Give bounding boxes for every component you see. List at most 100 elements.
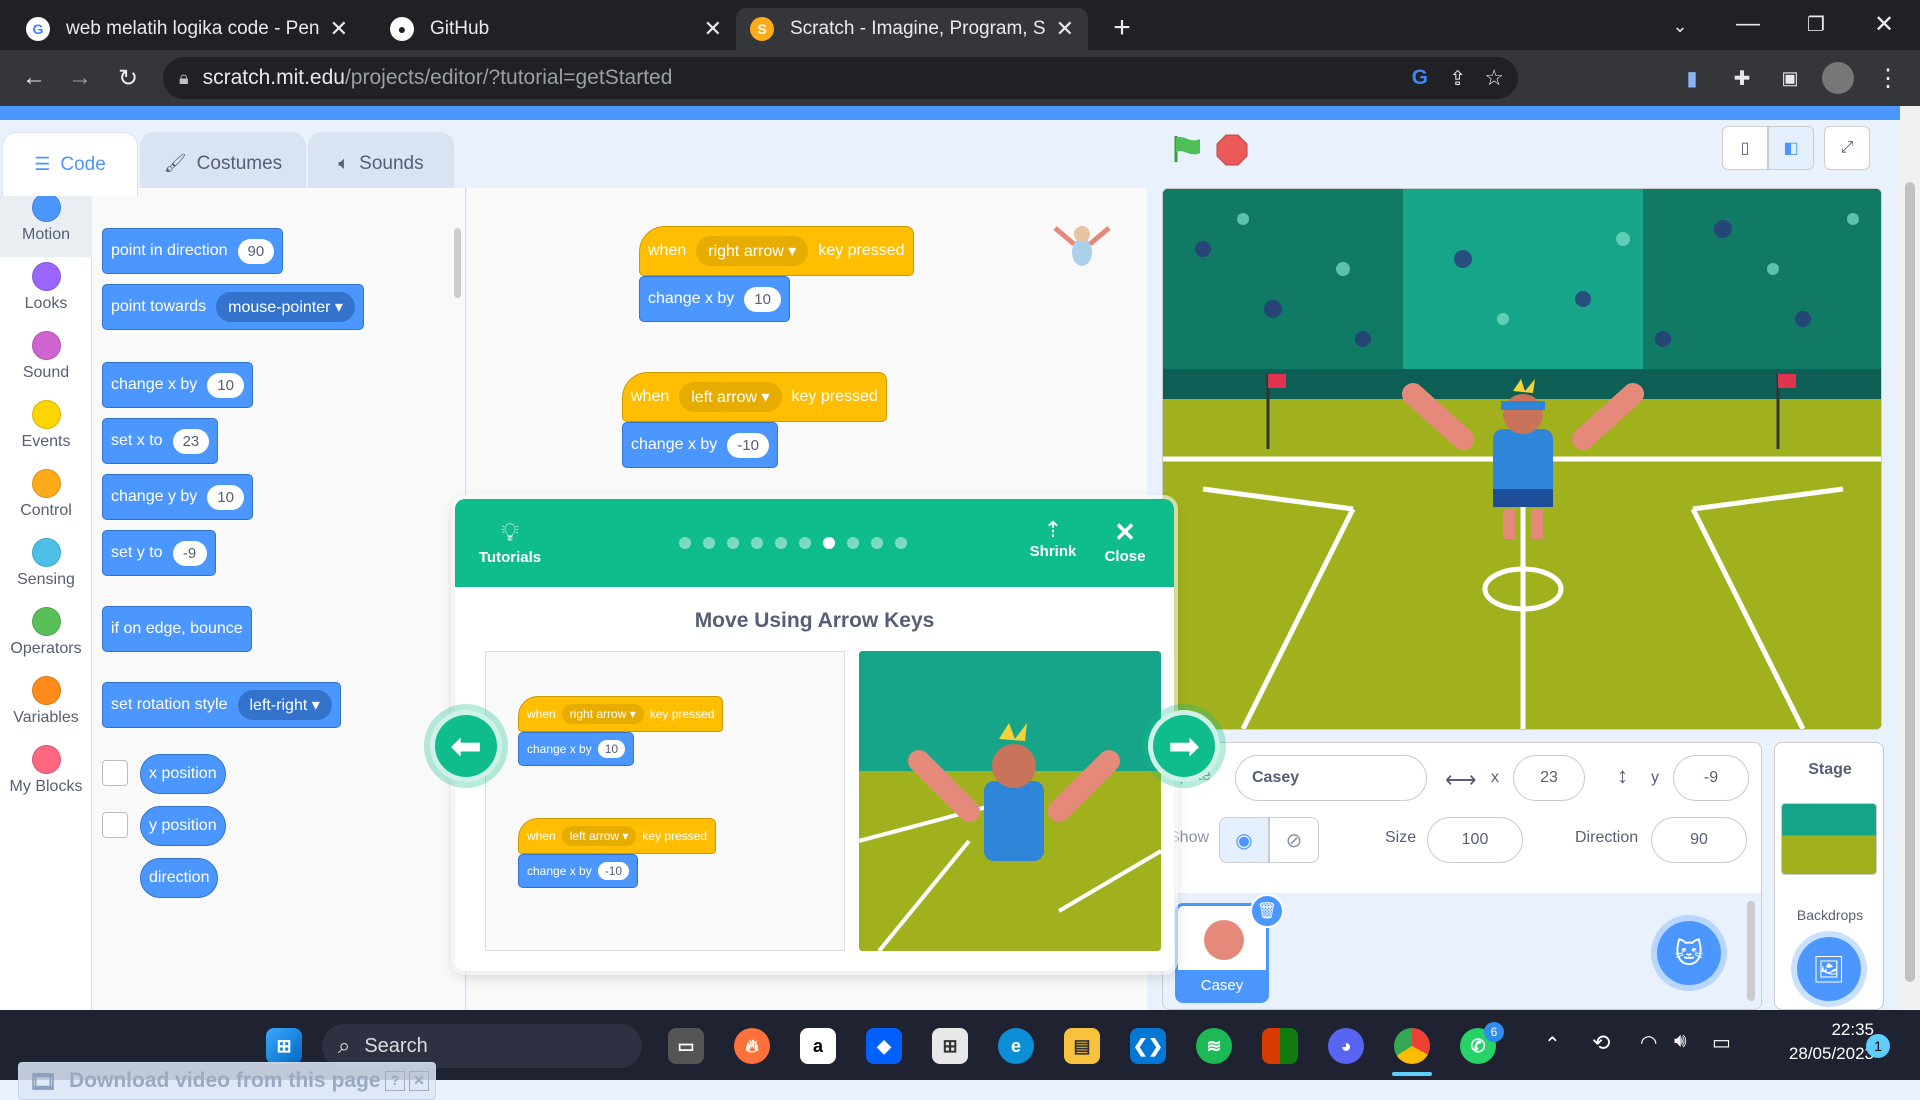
block-input[interactable]: 23 xyxy=(172,428,210,454)
sync-icon[interactable]: ⟲ xyxy=(1592,1030,1610,1056)
hide-eye-slash-icon[interactable]: ⊘ xyxy=(1269,817,1319,863)
microsoft-store-icon[interactable]: ⊞ xyxy=(932,1028,968,1064)
wifi-icon[interactable]: ◠ xyxy=(1640,1030,1657,1055)
firefox-icon[interactable]: 🔥︎ xyxy=(734,1028,770,1064)
sprite-list-scrollbar[interactable] xyxy=(1747,901,1755,1001)
step-dot[interactable] xyxy=(679,537,691,549)
reload-button[interactable]: ↻ xyxy=(110,60,146,96)
profile-avatar[interactable] xyxy=(1822,62,1854,94)
step-dot[interactable] xyxy=(775,537,787,549)
block-input[interactable]: 10 xyxy=(744,286,781,312)
stage-thumbnail[interactable] xyxy=(1781,803,1877,875)
notification-badge[interactable]: 1 xyxy=(1866,1034,1890,1058)
step-dot[interactable] xyxy=(727,537,739,549)
help-icon[interactable]: ? xyxy=(385,1071,405,1091)
bookmark-star-icon[interactable]: ☆ xyxy=(1484,65,1504,91)
palette-scrollbar[interactable] xyxy=(454,228,461,298)
extension-icon[interactable]: ▮ xyxy=(1676,62,1708,94)
download-video-overlay[interactable]: 🎞︎ Download video from this page ? ✕ xyxy=(18,1062,436,1100)
shrink-button[interactable]: ⇡ Shrink xyxy=(1023,517,1083,560)
reporter-x-position[interactable]: x position xyxy=(140,754,226,794)
close-window-button[interactable]: ✕ xyxy=(1864,6,1904,42)
vscode-icon[interactable]: ❮❯ xyxy=(1130,1028,1166,1064)
key-dropdown[interactable]: left arrow ▾ xyxy=(679,382,782,412)
block-dropdown[interactable]: mouse-pointer ▾ xyxy=(216,292,355,322)
address-bar[interactable]: 🔒︎ scratch.mit.edu/projects/editor/?tuto… xyxy=(163,57,1518,99)
tab-code[interactable]: ☰ Code xyxy=(2,132,138,196)
previous-step-button[interactable]: ⬅ xyxy=(430,710,502,782)
tab-google[interactable]: G web melatih logika code - Penelu ✕ xyxy=(12,8,362,50)
menu-icon[interactable]: ⋮ xyxy=(1872,62,1904,94)
category-control[interactable]: Control xyxy=(0,464,92,533)
block-input[interactable]: 10 xyxy=(207,484,244,510)
category-motion[interactable]: Motion xyxy=(0,188,92,257)
category-events[interactable]: Events xyxy=(0,395,92,464)
sprite-thumbnail[interactable]: Casey 🗑︎ xyxy=(1175,894,1284,1003)
green-flag-icon[interactable] xyxy=(1170,134,1202,164)
size-input[interactable]: 100 xyxy=(1427,817,1523,863)
office-icon[interactable] xyxy=(1262,1028,1298,1064)
category-my-blocks[interactable]: My Blocks xyxy=(0,740,92,809)
step-dot[interactable] xyxy=(751,537,763,549)
maximize-button[interactable]: ❐ xyxy=(1796,6,1836,42)
tutorials-button[interactable]: 💡︎ Tutorials xyxy=(475,517,545,566)
hat-block-left-arrow[interactable]: when left arrow ▾ key pressed xyxy=(622,372,887,422)
step-dot[interactable] xyxy=(847,537,859,549)
spotify-icon[interactable]: ≋ xyxy=(1196,1028,1232,1064)
step-dot[interactable] xyxy=(823,537,835,549)
close-icon[interactable]: ✕ xyxy=(409,1071,429,1091)
volume-icon[interactable]: 🔊︎ xyxy=(1674,1030,1687,1053)
dropbox-icon[interactable]: ◆ xyxy=(866,1028,902,1064)
choose-sprite-cat-icon[interactable]: 🐱︎ xyxy=(1657,921,1721,985)
chevron-up-icon[interactable]: ⌃ xyxy=(1544,1032,1561,1057)
block-input[interactable]: -10 xyxy=(727,432,769,458)
x-input[interactable]: 23 xyxy=(1513,755,1585,801)
sprite-name-input[interactable]: Casey xyxy=(1235,755,1427,801)
close-tab-icon[interactable]: ✕ xyxy=(330,16,348,42)
stop-icon[interactable] xyxy=(1216,134,1248,166)
block-change-x[interactable]: change x by -10 xyxy=(622,422,778,468)
clock[interactable]: 22:35 28/05/2023 xyxy=(1764,1020,1874,1064)
reporter-direction[interactable]: direction xyxy=(140,858,219,898)
edge-icon[interactable]: e xyxy=(998,1028,1034,1064)
windows-start-icon[interactable]: ⊞ xyxy=(266,1028,302,1064)
block-point-towards[interactable]: point towards mouse-pointer ▾ xyxy=(102,284,364,330)
y-position-checkbox[interactable] xyxy=(102,812,128,838)
block-input[interactable]: 90 xyxy=(237,238,275,264)
close-tab-icon[interactable]: ✕ xyxy=(1056,16,1074,42)
forward-button[interactable]: → xyxy=(62,60,98,96)
reporter-y-position[interactable]: y position xyxy=(140,806,226,846)
tab-github[interactable]: ● GitHub ✕ xyxy=(376,8,736,50)
fullscreen-button[interactable]: ⤢ xyxy=(1824,126,1870,170)
google-lens-icon[interactable]: G xyxy=(1412,66,1428,90)
close-tab-icon[interactable]: ✕ xyxy=(704,16,722,42)
task-view-icon[interactable]: ▭ xyxy=(668,1028,704,1064)
category-variables[interactable]: Variables xyxy=(0,671,92,740)
choose-backdrop-icon[interactable]: 🖼︎ xyxy=(1797,937,1861,1001)
small-stage-button[interactable]: ▯ xyxy=(1722,126,1768,170)
share-icon[interactable]: ⇪ xyxy=(1449,66,1466,91)
block-dropdown[interactable]: left-right ▾ xyxy=(237,690,332,720)
block-if-on-edge-bounce[interactable]: if on edge, bounce xyxy=(102,606,252,652)
step-dot[interactable] xyxy=(703,537,715,549)
block-change-x[interactable]: change x by 10 xyxy=(102,362,253,408)
tab-sounds[interactable]: 🔈︎ Sounds xyxy=(308,132,454,194)
show-visible-eye-icon[interactable]: ◉ xyxy=(1219,817,1269,863)
new-tab-button[interactable]: + xyxy=(1104,10,1140,46)
amazon-icon[interactable]: a xyxy=(800,1028,836,1064)
direction-input[interactable]: 90 xyxy=(1651,817,1747,863)
large-stage-button[interactable]: ◧ xyxy=(1768,126,1814,170)
battery-icon[interactable]: ▭ xyxy=(1712,1030,1731,1055)
step-dot[interactable] xyxy=(895,537,907,549)
category-sensing[interactable]: Sensing xyxy=(0,533,92,602)
category-looks[interactable]: Looks xyxy=(0,257,92,326)
block-set-y[interactable]: set y to -9 xyxy=(102,530,216,576)
step-dot[interactable] xyxy=(871,537,883,549)
delete-sprite-icon[interactable]: 🗑︎ xyxy=(1250,894,1284,928)
block-change-x[interactable]: change x by 10 xyxy=(639,276,790,322)
scrollbar-thumb[interactable] xyxy=(1905,182,1915,982)
block-set-rotation-style[interactable]: set rotation style left-right ▾ xyxy=(102,682,341,728)
hat-block-right-arrow[interactable]: when right arrow ▾ key pressed xyxy=(639,226,914,276)
side-panel-icon[interactable]: ▣ xyxy=(1774,62,1806,94)
category-operators[interactable]: Operators xyxy=(0,602,92,671)
